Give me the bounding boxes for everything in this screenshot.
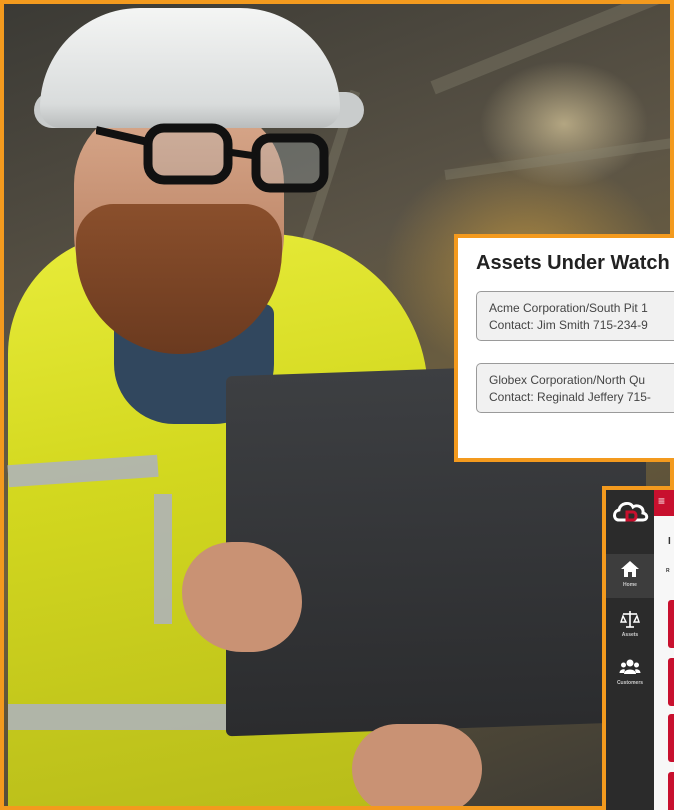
alert-card[interactable] [668, 658, 674, 706]
asset-watch-item[interactable]: Acme Corporation/South Pit 1 Contact: Ji… [476, 291, 674, 341]
content-subtitle: R [666, 568, 670, 574]
alert-card[interactable] [668, 772, 674, 810]
home-icon [621, 561, 639, 577]
glasses [96, 123, 329, 193]
nav-label: Customers [616, 680, 644, 686]
nav-label: Assets [621, 632, 639, 638]
content-title: I [668, 536, 671, 547]
nav-label: Home [623, 582, 637, 588]
alert-card[interactable] [668, 600, 674, 648]
worker-hand [352, 724, 482, 806]
nav-item-assets[interactable]: Assets [606, 604, 654, 648]
alert-card[interactable] [668, 714, 674, 762]
menu-icon[interactable]: ≡ [658, 494, 665, 508]
users-icon [619, 659, 641, 674]
hardhat [40, 8, 340, 128]
nav-item-customers[interactable]: Customers [606, 652, 654, 696]
asset-name: Globex Corporation/North Qu [489, 373, 646, 387]
assets-under-watch-title: Assets Under Watch [476, 252, 670, 274]
nav-item-home[interactable]: Home [606, 554, 654, 598]
app-content: I R [654, 516, 674, 810]
assets-under-watch-card: Assets Under Watch Acme Corporation/Sout… [454, 234, 674, 462]
worker-hand [182, 542, 302, 652]
background-beam [430, 4, 668, 95]
scale-icon [620, 611, 640, 628]
app-preview: Home Assets Customers ≡ I R [602, 486, 674, 810]
asset-watch-item[interactable]: Globex Corporation/North Qu Contact: Reg… [476, 363, 674, 413]
app-topbar: ≡ [654, 490, 674, 516]
asset-contact: Contact: Jim Smith 715-234-9 [489, 318, 648, 332]
asset-contact: Contact: Reginald Jeffery 715- [489, 390, 651, 404]
background-beam [444, 138, 670, 180]
jacket-reflective-stripe [8, 704, 258, 730]
asset-name: Acme Corporation/South Pit 1 [489, 301, 648, 315]
app-sidebar: Home Assets Customers [606, 490, 654, 810]
jacket-reflective-stripe [154, 494, 172, 624]
cloud-logo-icon [613, 501, 649, 522]
